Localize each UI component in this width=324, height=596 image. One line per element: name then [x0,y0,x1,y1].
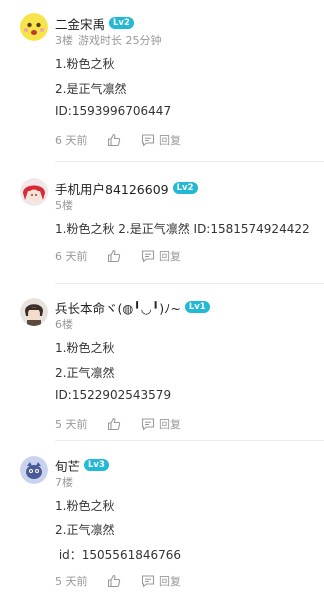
level-badge: Lv3 [84,459,109,471]
comment-bubble-icon[interactable] [141,574,155,588]
username[interactable]: 二金宋禹 [55,14,105,33]
comment-actions: 5 天前 回复 [55,415,324,433]
name-row: 旬芒 Lv3 [55,456,109,474]
name-row: 二金宋禹 Lv2 [55,14,134,32]
comment-item: 二金宋禹 Lv2 3楼 游戏时长 25分钟 1.粉色之秋 2.是正气凛然 ID:1… [0,0,324,162]
comment-meta: 6楼 [55,316,73,332]
comment-item: 兵长本命ヾ(◍╹◡╹)ﾉ~ Lv1 6楼 1.粉色之秋 2.正气凛然 ID:15… [0,284,324,441]
playtime: 游戏时长 25分钟 [78,34,162,47]
name-row: 兵长本命ヾ(◍╹◡╹)ﾉ~ Lv1 [55,298,210,316]
reply-button[interactable]: 回复 [159,416,181,432]
comment-bubble-icon[interactable] [141,417,155,431]
comment-feed: 二金宋禹 Lv2 3楼 游戏时长 25分钟 1.粉色之秋 2.是正气凛然 ID:1… [0,0,324,596]
comment-meta: 3楼 游戏时长 25分钟 [55,32,162,48]
comment-item: 旬芒 Lv3 7楼 1.粉色之秋 2.正气凛然 id：1505561846766… [0,441,324,596]
timestamp: 5 天前 [55,575,88,588]
reply-button[interactable]: 回复 [159,248,181,264]
comment-text-line: 1.粉色之秋 [55,341,115,355]
comment-text-line: 2.正气凛然 [55,366,115,380]
comment-meta: 7楼 [55,474,73,490]
thumbs-up-icon[interactable] [107,574,121,588]
floor-number: 6楼 [55,318,73,331]
floor-number: 5楼 [55,199,73,212]
name-row: 手机用户84126609 Lv2 [55,179,198,197]
avatar[interactable] [20,456,48,484]
floor-number: 7楼 [55,476,73,489]
comment-actions: 6 天前 回复 [55,247,324,265]
thumbs-up-icon[interactable] [107,249,121,263]
timestamp: 6 天前 [55,134,88,147]
comment-bubble-icon[interactable] [141,249,155,263]
reply-button[interactable]: 回复 [159,573,181,589]
avatar[interactable] [20,298,48,326]
comment-text-line: ID:1522902543579 [55,388,172,402]
timestamp: 6 天前 [55,250,88,263]
comment-actions: 6 天前 回复 [55,131,324,149]
thumbs-up-icon[interactable] [107,417,121,431]
comment-bubble-icon[interactable] [141,133,155,147]
username[interactable]: 手机用户84126609 [55,179,169,198]
comment-item: 手机用户84126609 Lv2 5楼 1.粉色之秋 2.是正气凛然 ID:15… [0,162,324,284]
floor-number: 3楼 [55,34,73,47]
timestamp: 5 天前 [55,418,88,431]
comment-text-line: 1.粉色之秋 [55,499,115,513]
comment-actions: 5 天前 回复 [55,572,324,590]
level-badge: Lv2 [172,182,198,194]
avatar[interactable] [20,178,48,206]
thumbs-up-icon[interactable] [107,133,121,147]
comment-text-line: 2.是正气凛然 [55,82,127,96]
comment-meta: 5楼 [55,197,73,213]
comment-text-line: ID:1593996706447 [55,104,172,118]
comment-text-line: 1.粉色之秋 [55,57,115,71]
username[interactable]: 旬芒 [55,456,80,475]
comment-text-line: 2.正气凛然 [55,523,115,537]
reply-button[interactable]: 回复 [159,132,181,148]
avatar[interactable] [20,13,48,41]
level-badge: Lv1 [184,301,210,313]
comment-text-line: id：1505561846766 [55,548,182,562]
username[interactable]: 兵长本命ヾ(◍╹◡╹)ﾉ~ [55,298,181,317]
comment-text-line: 1.粉色之秋 2.是正气凛然 ID:1581574924422 [55,222,310,236]
level-badge: Lv2 [109,17,134,29]
